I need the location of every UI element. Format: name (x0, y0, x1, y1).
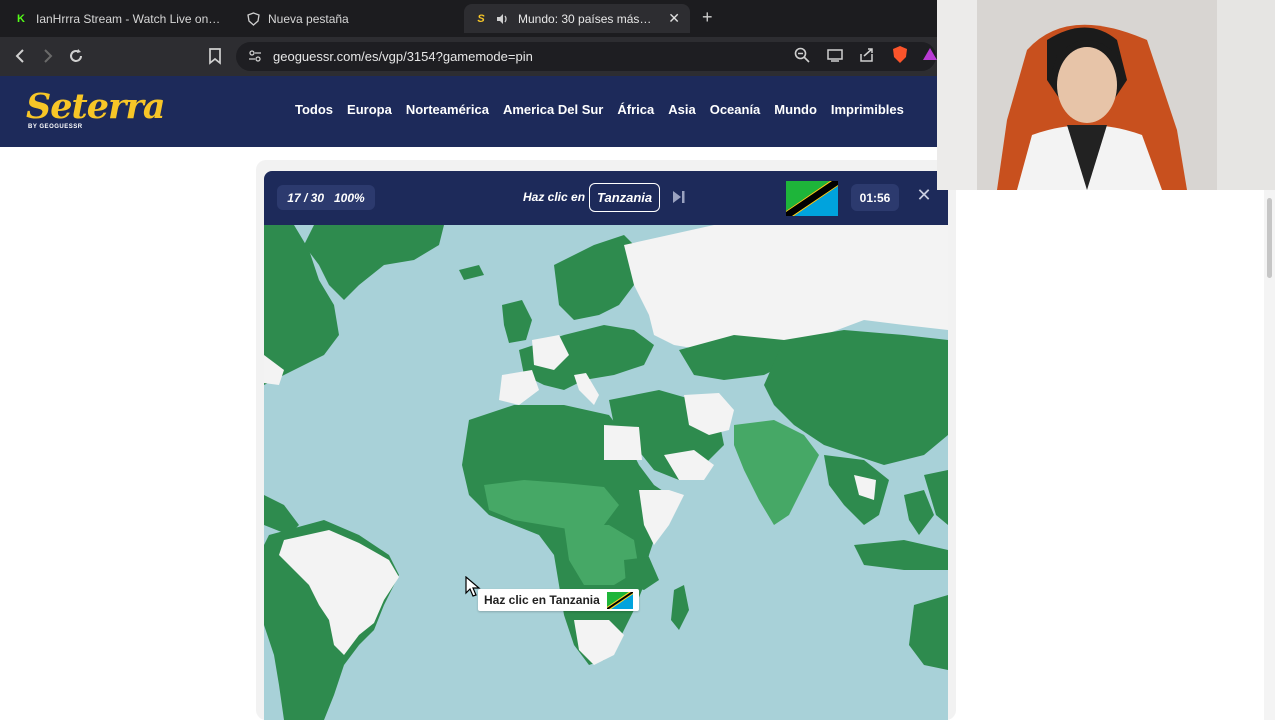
tab-kick[interactable]: K IanHrrra Stream - Watch Live on Kick (4, 4, 232, 33)
australia (909, 595, 948, 670)
target-country: Tanzania (597, 190, 653, 205)
audio-playing-icon[interactable] (496, 12, 510, 26)
cast-icon[interactable] (825, 46, 845, 66)
share-icon[interactable] (857, 46, 877, 66)
webcam-overlay (937, 0, 1275, 190)
world-map[interactable] (264, 225, 948, 720)
progress-counter: 17 / 30 (287, 190, 324, 205)
nav-item-america-del-sur[interactable]: America Del Sur (503, 102, 603, 117)
tanzania-flag (786, 181, 838, 216)
score-pill: 17 / 30 100% (277, 185, 375, 210)
main-nav: Todos Europa Norteamérica America Del Su… (295, 102, 918, 117)
skip-icon[interactable] (671, 188, 687, 206)
new-tab-icon[interactable]: + (702, 7, 713, 28)
tanzania-region (624, 557, 659, 590)
prompt-label: Haz clic en (523, 190, 586, 204)
zoom-icon[interactable] (792, 46, 812, 66)
url-text: geoguessr.com/es/vgp/3154?gamemode=pin (273, 49, 533, 64)
bookmark-icon[interactable] (205, 46, 225, 66)
greenland (304, 225, 444, 300)
madagascar (671, 585, 689, 630)
kick-icon: K (17, 12, 25, 25)
spain (499, 370, 539, 405)
tab-seterra[interactable]: S Mundo: 30 países más poblad ✕ (464, 4, 690, 33)
sahel-light (484, 480, 619, 530)
tab-new-tab[interactable]: Nueva pestaña (236, 4, 458, 33)
tab-title: Mundo: 30 países más poblad (518, 11, 654, 26)
game-status-bar: 17 / 30 100% Haz clic en Tanzania 01:56 … (264, 171, 948, 225)
back-icon[interactable] (10, 46, 30, 66)
nav-item-africa[interactable]: África (617, 102, 654, 117)
indonesia (854, 540, 948, 570)
target-country-box: Tanzania (589, 183, 661, 212)
tab-title: IanHrrra Stream - Watch Live on Kick (36, 11, 222, 26)
nav-item-europa[interactable]: Europa (347, 102, 392, 117)
nav-item-oceania[interactable]: Oceanía (710, 102, 761, 117)
reload-icon[interactable] (66, 46, 86, 66)
accuracy-percent: 100% (334, 190, 365, 205)
india (734, 420, 819, 525)
seterra-logo[interactable]: Seterra BY GEOGUESSR (26, 86, 166, 134)
logo-subtitle: BY GEOGUESSR (28, 124, 83, 130)
tooltip-text: Haz clic en Tanzania (484, 593, 600, 607)
nav-item-imprimibles[interactable]: Imprimibles (831, 102, 904, 117)
page-scrollbar[interactable] (1264, 190, 1275, 720)
brave-shields-icon[interactable] (890, 45, 910, 65)
nav-item-asia[interactable]: Asia (668, 102, 695, 117)
egypt (604, 425, 642, 460)
logo-text: Seterra (26, 86, 166, 127)
tab-title: Nueva pestaña (268, 11, 349, 26)
map-tooltip: Haz clic en Tanzania (478, 589, 639, 611)
address-bar[interactable]: geoguessr.com/es/vgp/3154?gamemode=pin (236, 42, 937, 71)
seterra-icon: S (477, 12, 485, 25)
brave-shield-icon (246, 11, 260, 26)
tanzania-flag-small (606, 591, 633, 609)
nav-item-norteamerica[interactable]: Norteamérica (406, 102, 489, 117)
scrollbar-thumb[interactable] (1267, 198, 1272, 278)
mouse-cursor-icon (465, 575, 481, 598)
nav-item-mundo[interactable]: Mundo (774, 102, 817, 117)
forward-icon[interactable] (38, 46, 58, 66)
southeast-asia (824, 455, 889, 525)
site-settings-icon[interactable] (248, 49, 262, 63)
close-tab-icon[interactable]: ✕ (668, 10, 680, 27)
nav-item-todos[interactable]: Todos (295, 102, 333, 117)
game-timer: 01:56 (851, 184, 899, 211)
timer-value: 01:56 (859, 190, 891, 205)
close-game-icon[interactable]: ✕ (914, 185, 934, 209)
